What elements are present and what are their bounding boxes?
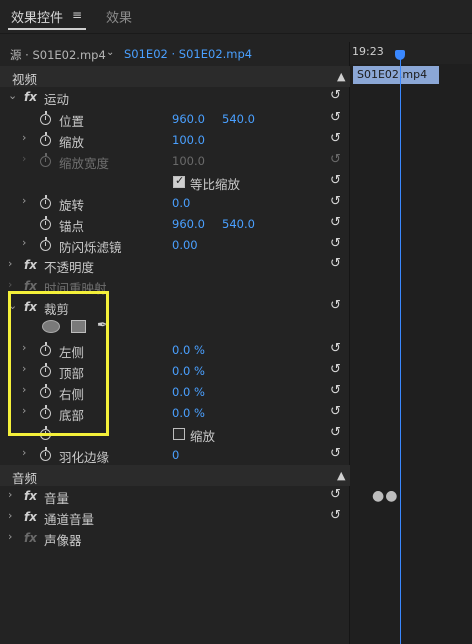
crop-zoom-checkbox[interactable] <box>173 428 185 440</box>
panner-expand-chevron-icon[interactable]: › <box>8 530 12 543</box>
feather-stopwatch-icon[interactable] <box>40 447 51 461</box>
channel-volume-label: 通道音量 <box>44 512 95 527</box>
feather-label: 羽化边缘 <box>59 450 110 465</box>
crop-highlight-box <box>8 291 109 436</box>
source-dropdown-chevron-icon[interactable]: ⌄ <box>106 47 114 58</box>
crop-zoom-reset-icon[interactable]: ↺ <box>330 425 341 440</box>
crop-bottom-reset-icon[interactable]: ↺ <box>330 404 341 419</box>
uniform-scale-reset-icon[interactable]: ↺ <box>330 173 341 188</box>
panner-label: 声像器 <box>44 533 82 548</box>
tab-effect-controls[interactable]: 效果控件 <box>11 7 63 26</box>
scale-width-value: 100.0 <box>172 154 205 168</box>
scale-stopwatch-icon[interactable] <box>40 132 51 146</box>
crop-zoom-label: 缩放 <box>190 429 216 444</box>
volume-reset-icon[interactable]: ↺ <box>330 487 341 502</box>
position-label: 位置 <box>59 114 85 129</box>
anchor-stopwatch-icon[interactable] <box>40 216 51 230</box>
fx-icon[interactable]: fx <box>24 489 37 503</box>
scale-width-expand-chevron-icon: › <box>22 152 27 165</box>
opacity-reset-icon[interactable]: ↺ <box>330 256 341 271</box>
audio-collapse-icon[interactable]: ▲ <box>337 469 345 482</box>
crop-reset-icon[interactable]: ↺ <box>330 298 341 313</box>
opacity-label: 不透明度 <box>44 260 95 275</box>
scale-label: 缩放 <box>59 135 85 150</box>
video-section-header <box>0 66 350 87</box>
timeline-clip[interactable]: S01E02.mp4 <box>353 66 439 84</box>
anchor-label: 锚点 <box>59 219 85 234</box>
crop-right-value[interactable]: 0.0 % <box>172 385 205 399</box>
sequence-clip-label[interactable]: S01E02 · S01E02.mp4 <box>124 47 252 61</box>
feather-reset-icon[interactable]: ↺ <box>330 446 341 461</box>
mini-timeline[interactable] <box>350 64 472 644</box>
anchor-x-value[interactable]: 960.0 <box>172 217 205 231</box>
anchor-reset-icon[interactable]: ↺ <box>330 215 341 230</box>
antiflicker-value[interactable]: 0.00 <box>172 238 198 252</box>
antiflicker-stopwatch-icon[interactable] <box>40 237 51 251</box>
uniform-scale-checkbox[interactable] <box>173 174 185 188</box>
crop-top-reset-icon[interactable]: ↺ <box>330 362 341 377</box>
position-reset-icon[interactable]: ↺ <box>330 110 341 125</box>
tab-effects[interactable]: 效果 <box>106 7 132 26</box>
tab-divider <box>0 33 472 34</box>
scale-value[interactable]: 100.0 <box>172 133 205 147</box>
fx-icon[interactable]: fx <box>24 510 37 524</box>
motion-reset-icon[interactable]: ↺ <box>330 88 341 103</box>
tab-menu-icon[interactable]: ≡ <box>72 8 82 22</box>
antiflicker-expand-chevron-icon[interactable]: › <box>22 236 26 249</box>
rotation-label: 旋转 <box>59 198 85 213</box>
crop-right-reset-icon[interactable]: ↺ <box>330 383 341 398</box>
rotation-value[interactable]: 0.0 <box>172 196 190 210</box>
scale-width-label: 缩放宽度 <box>59 156 110 171</box>
time-remap-expand-chevron-icon[interactable]: › <box>8 278 12 291</box>
motion-expand-chevron-icon[interactable]: ⌄ <box>8 89 17 102</box>
panel-divider[interactable] <box>349 42 350 644</box>
volume-expand-chevron-icon[interactable]: › <box>8 488 12 501</box>
motion-label: 运动 <box>44 92 70 107</box>
source-clip-label[interactable]: 源 · S01E02.mp4 <box>10 47 106 63</box>
volume-label: 音量 <box>44 491 70 506</box>
uniform-scale-label: 等比缩放 <box>190 177 241 192</box>
crop-left-reset-icon[interactable]: ↺ <box>330 341 341 356</box>
timeline-timecode: 19:23 <box>352 45 384 58</box>
fx-icon[interactable]: fx <box>24 90 37 104</box>
active-tab-indicator <box>8 28 86 30</box>
channel-volume-reset-icon[interactable]: ↺ <box>330 508 341 523</box>
rotation-stopwatch-icon[interactable] <box>40 195 51 209</box>
position-y-value[interactable]: 540.0 <box>222 112 255 126</box>
feather-expand-chevron-icon[interactable]: › <box>22 446 26 459</box>
antiflicker-label: 防闪烁滤镜 <box>59 240 122 255</box>
fx-icon[interactable]: fx <box>24 531 37 545</box>
playhead-handle-icon[interactable] <box>395 50 405 60</box>
fx-icon[interactable]: fx <box>24 258 37 272</box>
position-stopwatch-icon[interactable] <box>40 111 51 125</box>
channel-volume-expand-chevron-icon[interactable]: › <box>8 509 12 522</box>
rotation-expand-chevron-icon[interactable]: › <box>22 194 26 207</box>
crop-top-value[interactable]: 0.0 % <box>172 364 205 378</box>
feather-value[interactable]: 0 <box>172 448 179 462</box>
audio-section-header <box>0 465 350 486</box>
scale-width-reset-icon: ↺ <box>330 152 341 167</box>
scale-expand-chevron-icon[interactable]: › <box>22 131 26 144</box>
rotation-reset-icon[interactable]: ↺ <box>330 194 341 209</box>
crop-left-value[interactable]: 0.0 % <box>172 343 205 357</box>
scale-width-stopwatch-icon <box>40 153 51 167</box>
audio-keyframe-dots: ●● <box>372 488 399 504</box>
antiflicker-reset-icon[interactable]: ↺ <box>330 236 341 251</box>
crop-bottom-value[interactable]: 0.0 % <box>172 406 205 420</box>
video-collapse-icon[interactable]: ▲ <box>337 70 345 83</box>
video-section-label: 视频 <box>12 72 38 87</box>
position-x-value[interactable]: 960.0 <box>172 112 205 126</box>
scale-reset-icon[interactable]: ↺ <box>330 131 341 146</box>
anchor-y-value[interactable]: 540.0 <box>222 217 255 231</box>
opacity-expand-chevron-icon[interactable]: › <box>8 257 12 270</box>
playhead-line[interactable] <box>400 56 401 644</box>
audio-section-label: 音频 <box>12 471 38 486</box>
